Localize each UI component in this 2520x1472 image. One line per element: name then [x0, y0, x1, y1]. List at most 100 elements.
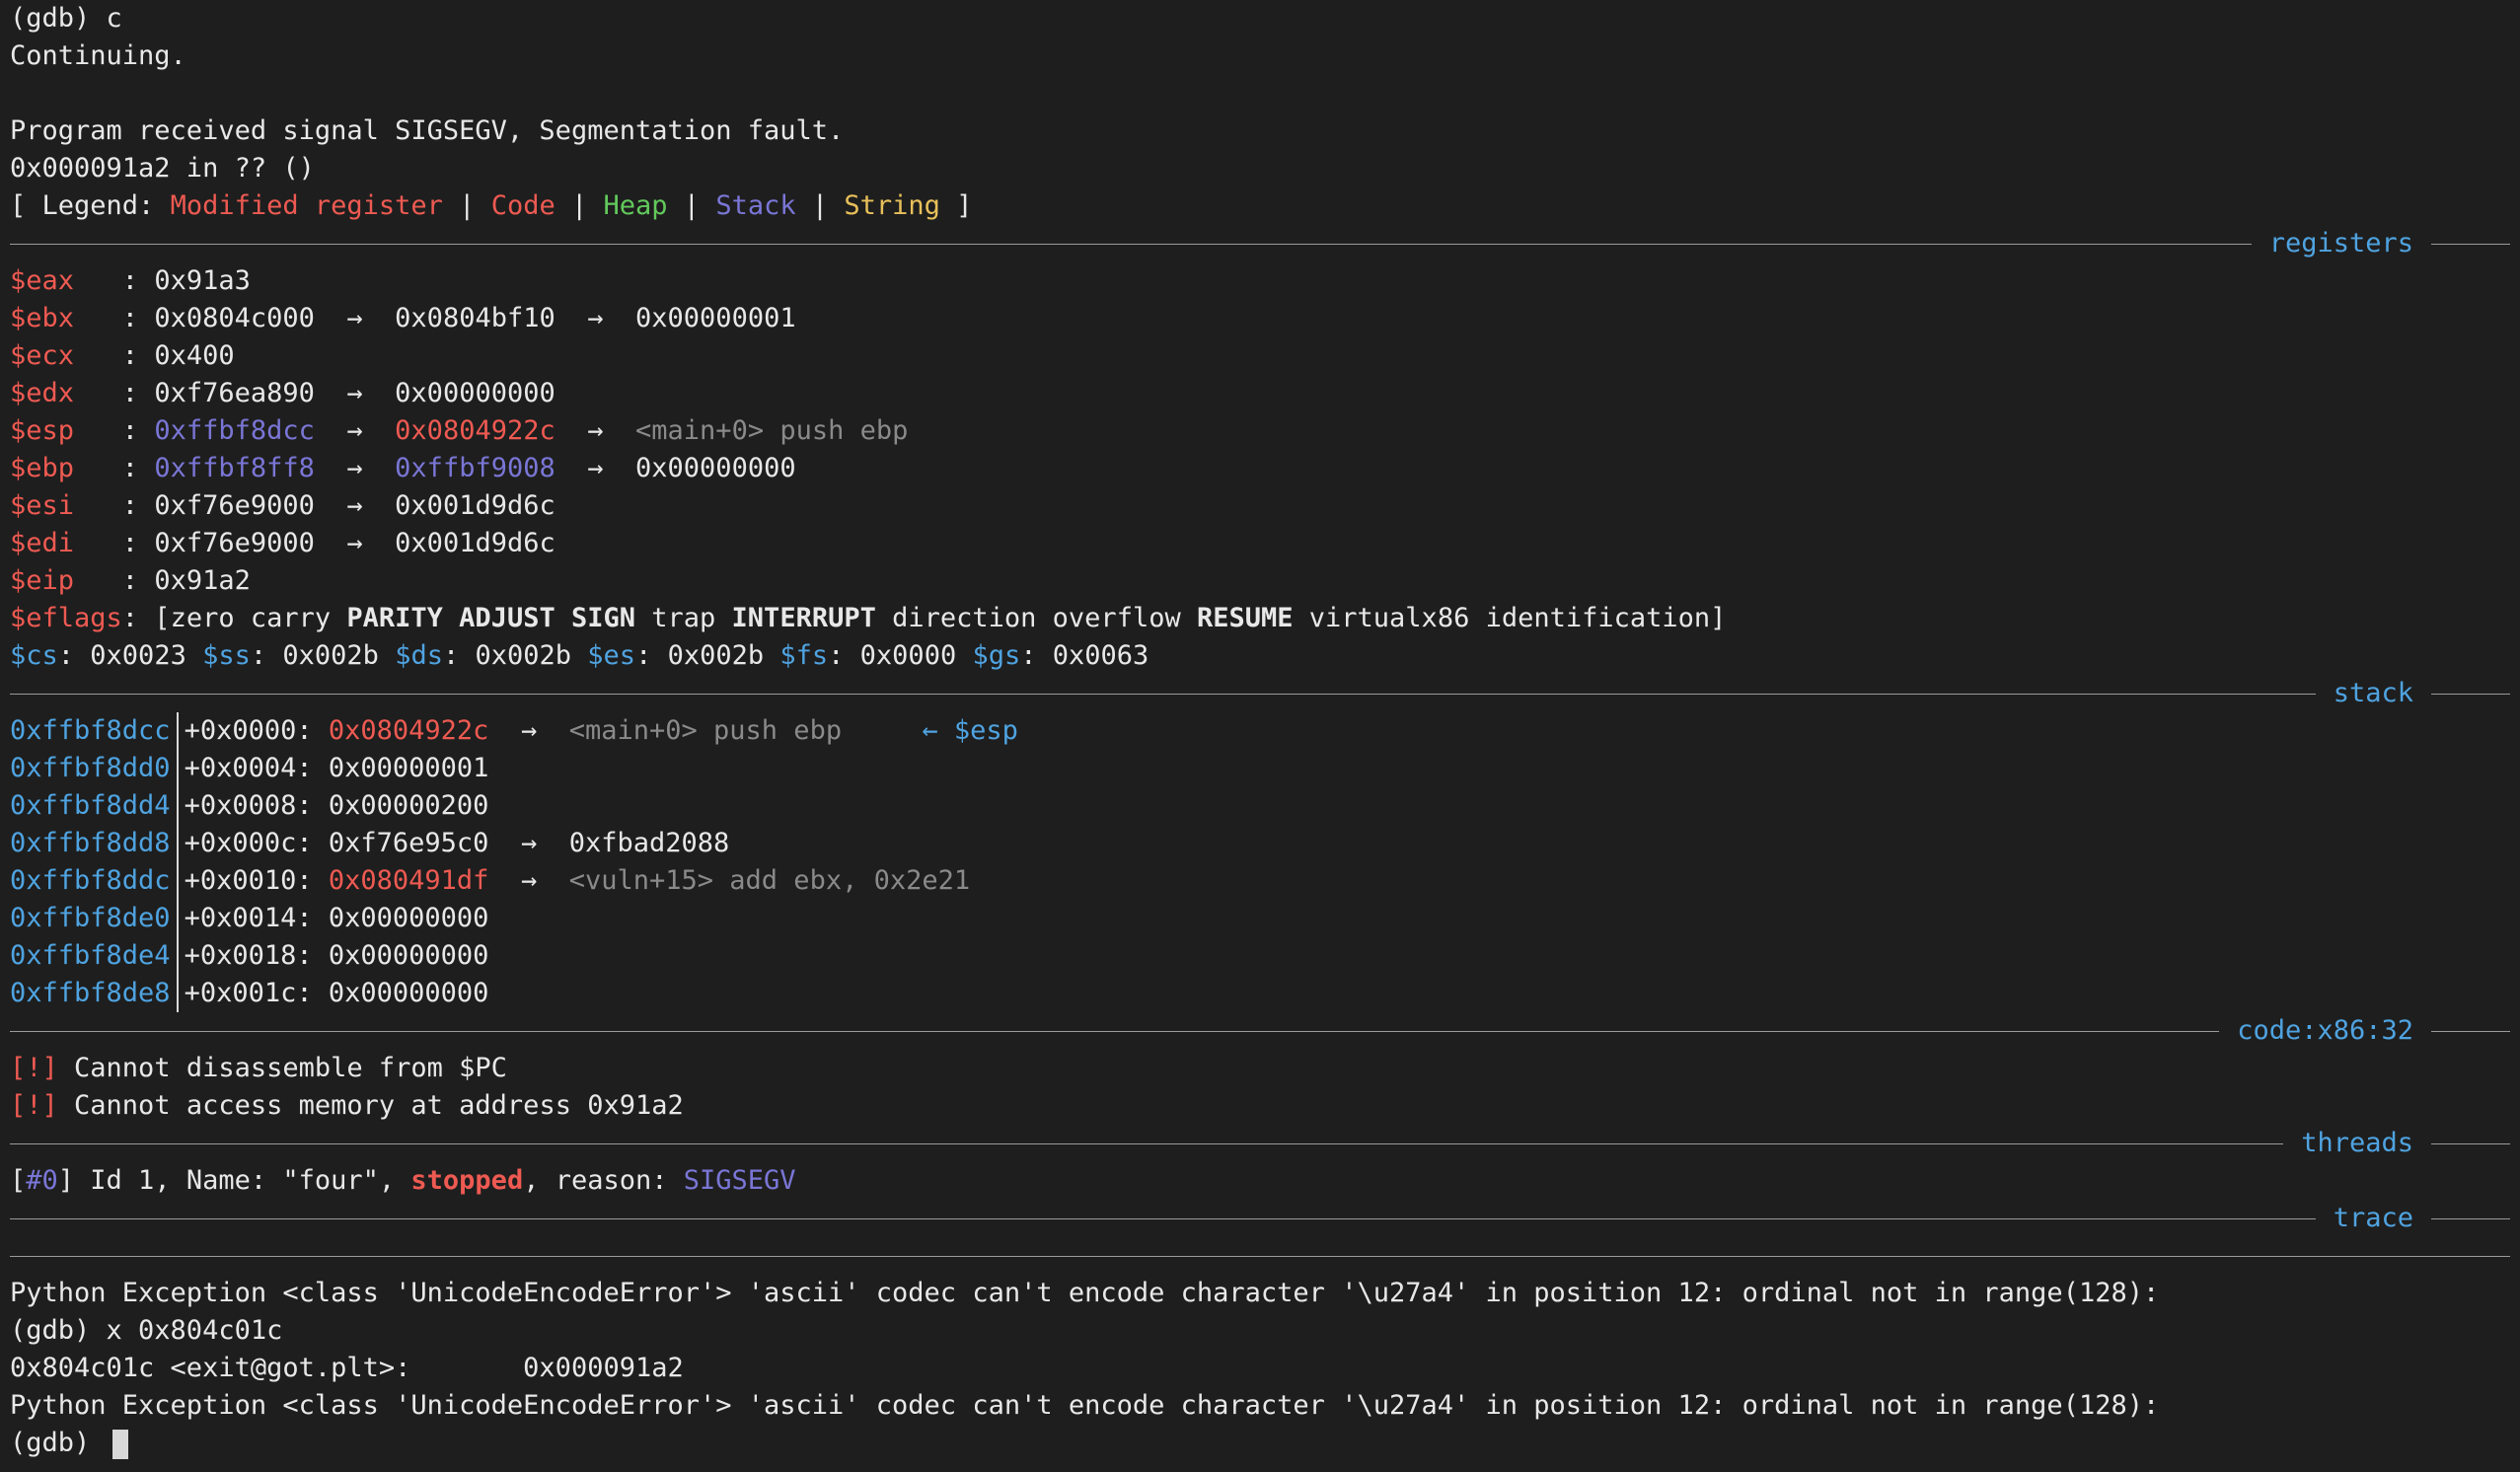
divider: [10, 694, 2510, 695]
gdb-terminal[interactable]: (gdb) c Continuing. Program received sig…: [0, 0, 2520, 1472]
register-deref: 0x001d9d6c: [395, 490, 556, 521]
segment-name: $es: [587, 640, 636, 671]
divider: [2451, 1031, 2510, 1032]
segment-registers-row: $cs: 0x0023 $ss: 0x002b $ds: 0x002b $es:…: [10, 637, 2510, 675]
section-header-registers: registers: [10, 225, 2510, 262]
continuing-text: Continuing.: [10, 40, 186, 71]
stack-address: 0xffbf8dcc: [10, 712, 179, 750]
section-header-code: code:x86:32: [10, 1012, 2510, 1050]
eflags-flags: trap: [635, 603, 732, 633]
gdb-command-continue: (gdb) c: [10, 3, 122, 34]
register-colon: :: [74, 378, 155, 408]
stack-row: 0xffbf8dd0 +0x0004: 0x00000001: [10, 750, 2510, 787]
code-error-line: [!] Cannot access memory at address 0x91…: [10, 1087, 2510, 1125]
stack-entry: +0x000c: 0xf76e95c0 → 0xfbad2088: [179, 825, 730, 862]
register-row-ecx: $ecx : 0x400: [10, 337, 2510, 375]
segment-value: : 0x0023: [57, 640, 203, 671]
stack-offset: +0x0018:: [184, 940, 329, 971]
code-error-line: [!] Cannot disassemble from $PC: [10, 1050, 2510, 1087]
warning-tag: [!]: [10, 1090, 58, 1121]
stack-offset: +0x000c:: [184, 828, 329, 858]
register-deref: 0x0804922c: [395, 415, 556, 446]
divider: [2451, 1218, 2510, 1219]
crash-location: 0x000091a2 in ?? (): [10, 153, 315, 184]
legend-close: ]: [939, 190, 973, 221]
segment-value: : 0x0063: [1020, 640, 1149, 671]
arrow-icon: →: [520, 828, 538, 858]
section-header-threads: threads: [10, 1125, 2510, 1162]
register-name: $ebp: [10, 453, 75, 483]
arrow-icon: →: [346, 453, 363, 483]
register-deref: 0x0804bf10: [395, 303, 556, 333]
thread-reason-label: , reason:: [523, 1165, 684, 1196]
section-footer: [10, 1237, 2510, 1275]
register-deref: 0xffbf9008: [395, 453, 556, 483]
stack-symbol: <vuln+15> add ebx, 0x2e21: [568, 865, 971, 896]
stack-value: 0xf76e95c0: [328, 828, 489, 858]
prompt-text: (gdb): [10, 1428, 107, 1458]
register-value: 0xf76e9000: [154, 528, 315, 558]
eflags-flags-set: RESUME: [1196, 603, 1294, 633]
stack-entry: +0x0010: 0x080491df → <vuln+15> add ebx,…: [179, 862, 971, 900]
stack-row: 0xffbf8dd4 +0x0008: 0x00000200: [10, 787, 2510, 825]
eflags-flags-set: PARITY ADJUST SIGN: [346, 603, 635, 633]
register-name: $eflags: [10, 603, 122, 633]
register-colon: :: [74, 453, 155, 483]
register-row-esp: $esp : 0xffbf8dcc → 0x0804922c → <main+0…: [10, 412, 2510, 450]
legend-open: [ Legend:: [10, 190, 171, 221]
segment-value: : 0x002b: [442, 640, 588, 671]
arrow-icon: →: [587, 453, 604, 483]
segment-name: $ds: [395, 640, 443, 671]
stack-address: 0xffbf8de8: [10, 975, 179, 1012]
register-colon: :: [74, 490, 155, 521]
thread-row: [#0] Id 1, Name: "four", stopped, reason…: [10, 1162, 2510, 1200]
divider: [2451, 694, 2510, 695]
register-row-ebp: $ebp : 0xffbf8ff8 → 0xffbf9008 → 0x00000…: [10, 450, 2510, 487]
eflags-row: $eflags: [zero carry PARITY ADJUST SIGN …: [10, 600, 2510, 637]
stack-entry: +0x0014: 0x00000000: [179, 900, 489, 937]
arrow-icon: →: [346, 490, 363, 521]
register-colon: :: [74, 340, 155, 371]
stack-offset: +0x0014:: [184, 903, 329, 933]
segment-value: : 0x0000: [828, 640, 973, 671]
legend-modified-register: Modified register: [170, 190, 443, 221]
text-cursor[interactable]: [111, 1429, 128, 1459]
section-title-trace: trace: [2315, 1200, 2431, 1237]
register-value: 0xffbf8ff8: [154, 453, 315, 483]
gdb-command-examine: (gdb) x 0x804c01c: [10, 1315, 283, 1346]
stack-value: 0x00000001: [328, 753, 489, 783]
register-name: $esp: [10, 415, 75, 446]
thread-state: stopped: [410, 1165, 524, 1196]
register-name: $edi: [10, 528, 75, 558]
section-title-stack: stack: [2315, 675, 2431, 712]
register-row-esi: $esi : 0xf76e9000 → 0x001d9d6c: [10, 487, 2510, 525]
register-row-edi: $edi : 0xf76e9000 → 0x001d9d6c: [10, 525, 2510, 562]
legend: [ Legend: Modified register | Code | Hea…: [10, 187, 2510, 225]
warning-tag: [!]: [10, 1053, 58, 1083]
divider: [2451, 1143, 2510, 1144]
stack-entry: +0x0000: 0x0804922c → <main+0> push ebp …: [179, 712, 1018, 750]
stack-address: 0xffbf8dd8: [10, 825, 179, 862]
arrow-icon: →: [587, 303, 604, 333]
stack-entry: +0x0004: 0x00000001: [179, 750, 489, 787]
stack-entry: +0x0008: 0x00000200: [179, 787, 489, 825]
register-value: 0xf76ea890: [154, 378, 315, 408]
stack-value: 0x00000200: [328, 790, 489, 821]
arrow-icon: →: [346, 378, 363, 408]
register-name: $eip: [10, 565, 75, 596]
eflags-flags: direction overflow: [875, 603, 1197, 633]
segment-value: : 0x002b: [635, 640, 780, 671]
legend-separator: |: [795, 190, 845, 221]
register-name: $ecx: [10, 340, 75, 371]
register-name: $edx: [10, 378, 75, 408]
gdb-prompt[interactable]: (gdb): [10, 1425, 2510, 1462]
arrow-icon: →: [346, 528, 363, 558]
arrow-icon: →: [346, 303, 363, 333]
legend-separator: |: [555, 190, 604, 221]
register-value: 0x91a2: [154, 565, 251, 596]
arrow-icon: →: [520, 865, 538, 896]
register-deref: 0x001d9d6c: [395, 528, 556, 558]
register-deref: 0x00000000: [635, 453, 796, 483]
legend-heap: Heap: [603, 190, 668, 221]
stack-value: 0x0804922c: [328, 715, 489, 746]
